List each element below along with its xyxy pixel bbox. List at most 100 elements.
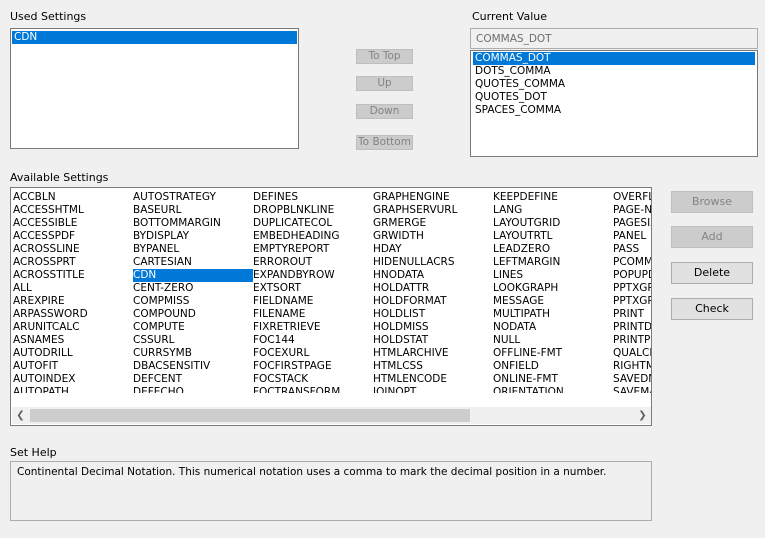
available-setting-item[interactable]: CURRSYMB: [133, 347, 253, 360]
available-setting-item[interactable]: ASNAMES: [13, 334, 133, 347]
available-setting-item[interactable]: PANEL: [613, 230, 651, 243]
available-setting-item[interactable]: HTMLENCODE: [373, 373, 493, 386]
delete-button[interactable]: Delete: [671, 262, 753, 284]
available-setting-item[interactable]: CARTESIAN: [133, 256, 253, 269]
available-setting-item[interactable]: PAGESIZ: [613, 217, 651, 230]
available-setting-item[interactable]: DROPBLNKLINE: [253, 204, 373, 217]
current-value-option[interactable]: QUOTES_DOT: [473, 91, 755, 104]
available-setting-item[interactable]: BYDISPLAY: [133, 230, 253, 243]
available-setting-item[interactable]: AREXPIRE: [13, 295, 133, 308]
available-setting-item[interactable]: MULTIPATH: [493, 308, 613, 321]
to-bottom-button[interactable]: To Bottom: [356, 135, 413, 150]
available-setting-item[interactable]: ACROSSPRT: [13, 256, 133, 269]
horizontal-scrollbar[interactable]: ❮ ❯: [12, 407, 651, 424]
available-setting-item[interactable]: HDAY: [373, 243, 493, 256]
available-setting-item[interactable]: QUALCH: [613, 347, 651, 360]
available-setting-item[interactable]: DBACSENSITIV: [133, 360, 253, 373]
available-setting-item[interactable]: PPTXGR: [613, 282, 651, 295]
available-settings-list[interactable]: ACCBLN ACCESSHTML ACCESSIBLE ACCESSPDF ACROS…: [10, 187, 652, 426]
available-setting-item[interactable]: OVERFL: [613, 191, 651, 204]
available-setting-item[interactable]: COMPOUND: [133, 308, 253, 321]
available-setting-item[interactable]: EMBEDHEADING: [253, 230, 373, 243]
available-setting-item[interactable]: EXTSORT: [253, 282, 373, 295]
current-value-field[interactable]: COMMAS_DOT: [470, 28, 758, 49]
available-setting-item[interactable]: ACCESSPDF: [13, 230, 133, 243]
available-setting-item[interactable]: PRINTPL: [613, 334, 651, 347]
available-setting-item[interactable]: SAVEDM: [613, 373, 651, 386]
available-setting-item[interactable]: GRAPHSERVURL: [373, 204, 493, 217]
available-setting-item[interactable]: BASEURL: [133, 204, 253, 217]
available-setting-item[interactable]: MESSAGE: [493, 295, 613, 308]
available-setting-item[interactable]: CDN: [133, 269, 253, 282]
available-setting-item[interactable]: COMPUTE: [133, 321, 253, 334]
available-setting-item[interactable]: AUTODRILL: [13, 347, 133, 360]
available-setting-item[interactable]: ALL: [13, 282, 133, 295]
available-setting-item[interactable]: LANG: [493, 204, 613, 217]
available-setting-item[interactable]: LINES: [493, 269, 613, 282]
available-setting-item[interactable]: NULL: [493, 334, 613, 347]
available-setting-item[interactable]: LEFTMARGIN: [493, 256, 613, 269]
available-setting-item[interactable]: FOC144: [253, 334, 373, 347]
available-setting-item[interactable]: PAGE-NU: [613, 204, 651, 217]
available-setting-item[interactable]: FOCEXURL: [253, 347, 373, 360]
available-setting-item[interactable]: KEEPDEFINE: [493, 191, 613, 204]
browse-button[interactable]: Browse: [671, 191, 753, 213]
available-setting-item[interactable]: ACROSSTITLE: [13, 269, 133, 282]
available-setting-item[interactable]: AUTOPATH: [13, 386, 133, 393]
available-setting-item[interactable]: FILENAME: [253, 308, 373, 321]
up-button[interactable]: Up: [356, 76, 413, 91]
available-setting-item[interactable]: FIXRETRIEVE: [253, 321, 373, 334]
check-button[interactable]: Check: [671, 298, 753, 320]
scrollbar-thumb[interactable]: [30, 409, 470, 422]
available-setting-item[interactable]: HOLDATTR: [373, 282, 493, 295]
available-setting-item[interactable]: DUPLICATECOL: [253, 217, 373, 230]
available-setting-item[interactable]: FOCTRANSFORM: [253, 386, 373, 393]
used-settings-list[interactable]: CDN: [10, 28, 299, 149]
available-setting-item[interactable]: BOTTOMMARGIN: [133, 217, 253, 230]
available-setting-item[interactable]: FOCFIRSTPAGE: [253, 360, 373, 373]
available-setting-item[interactable]: HOLDMISS: [373, 321, 493, 334]
available-setting-item[interactable]: SAVEMA: [613, 386, 651, 393]
available-setting-item[interactable]: CENT-ZERO: [133, 282, 253, 295]
available-setting-item[interactable]: ARPASSWORD: [13, 308, 133, 321]
available-setting-item[interactable]: ONFIELD: [493, 360, 613, 373]
available-setting-item[interactable]: CSSURL: [133, 334, 253, 347]
available-setting-item[interactable]: ACCESSHTML: [13, 204, 133, 217]
available-setting-item[interactable]: HOLDFORMAT: [373, 295, 493, 308]
available-setting-item[interactable]: PCOMMA: [613, 256, 651, 269]
available-setting-item[interactable]: DEFECHO: [133, 386, 253, 393]
available-setting-item[interactable]: JOINOPT: [373, 386, 493, 393]
current-value-options-list[interactable]: COMMAS_DOT DOTS_COMMA QUOTES_COMMA QUOTES_D…: [470, 50, 758, 157]
current-value-option[interactable]: COMMAS_DOT: [473, 52, 755, 65]
available-setting-item[interactable]: LEADZERO: [493, 243, 613, 256]
chevron-right-icon[interactable]: ❯: [634, 407, 651, 424]
to-top-button[interactable]: To Top: [356, 49, 413, 64]
available-setting-item[interactable]: PRINTDS: [613, 321, 651, 334]
available-setting-item[interactable]: HIDENULLACRS: [373, 256, 493, 269]
used-setting-item[interactable]: CDN: [12, 31, 297, 44]
current-value-option[interactable]: QUOTES_COMMA: [473, 78, 755, 91]
available-setting-item[interactable]: OFFLINE-FMT: [493, 347, 613, 360]
available-setting-item[interactable]: FOCSTACK: [253, 373, 373, 386]
available-setting-item[interactable]: LAYOUTGRID: [493, 217, 613, 230]
available-setting-item[interactable]: HNODATA: [373, 269, 493, 282]
available-setting-item[interactable]: ACROSSLINE: [13, 243, 133, 256]
available-setting-item[interactable]: BYPANEL: [133, 243, 253, 256]
available-setting-item[interactable]: ERROROUT: [253, 256, 373, 269]
available-setting-item[interactable]: ORIENTATION: [493, 386, 613, 393]
current-value-option[interactable]: SPACES_COMMA: [473, 104, 755, 117]
available-setting-item[interactable]: HTMLARCHIVE: [373, 347, 493, 360]
available-setting-item[interactable]: GRMERGE: [373, 217, 493, 230]
available-setting-item[interactable]: AUTOSTRATEGY: [133, 191, 253, 204]
available-setting-item[interactable]: DEFINES: [253, 191, 373, 204]
available-setting-item[interactable]: HTMLCSS: [373, 360, 493, 373]
available-setting-item[interactable]: GRWIDTH: [373, 230, 493, 243]
chevron-left-icon[interactable]: ❮: [12, 407, 29, 424]
down-button[interactable]: Down: [356, 104, 413, 119]
available-setting-item[interactable]: EXPANDBYROW: [253, 269, 373, 282]
available-setting-item[interactable]: PPTXGR: [613, 295, 651, 308]
available-setting-item[interactable]: ONLINE-FMT: [493, 373, 613, 386]
available-setting-item[interactable]: EMPTYREPORT: [253, 243, 373, 256]
available-setting-item[interactable]: NODATA: [493, 321, 613, 334]
current-value-option[interactable]: DOTS_COMMA: [473, 65, 755, 78]
